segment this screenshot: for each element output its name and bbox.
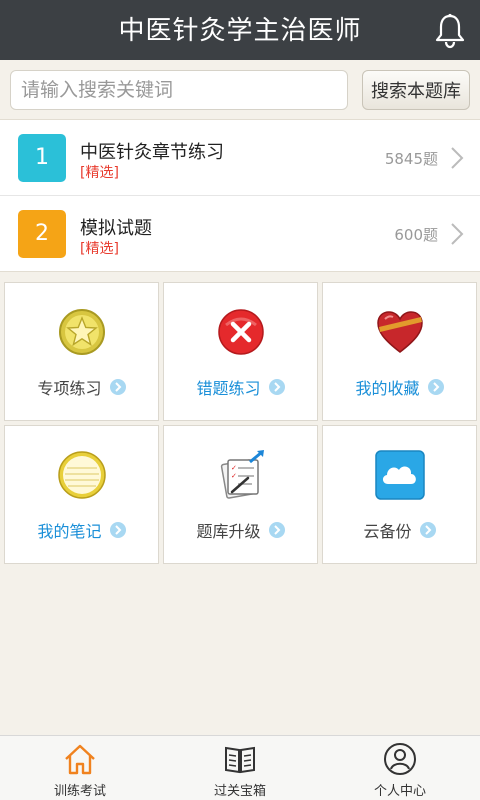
- chapter-question-count: 5845题: [384, 150, 438, 168]
- chapter-list: 1 中医针灸章节练习 [精选] 5845题 2 模拟试题 [精选] 600题: [0, 120, 480, 272]
- chapter-item-2[interactable]: 2 模拟试题 [精选] 600题: [0, 196, 480, 272]
- chapter-number-badge: 1: [18, 134, 66, 182]
- arrow-circle-icon: [427, 379, 444, 395]
- chapter-tag: [精选]: [80, 165, 119, 181]
- arrow-circle-icon: [268, 522, 285, 538]
- star-medal-icon: [58, 309, 105, 355]
- feature-grid: 专项练习 错题练习 我的收藏 我的笔记 ✓ ✓ 题库升级 云备份: [4, 282, 478, 566]
- tab-label: 训练考试: [53, 784, 106, 799]
- feature-my-favorites[interactable]: 我的收藏: [322, 282, 477, 421]
- feature-label: 我的收藏: [323, 375, 476, 399]
- tab-training-exam[interactable]: 训练考试: [0, 736, 160, 800]
- search-button[interactable]: 搜索本题库: [362, 70, 470, 110]
- upgrade-checklist-icon: ✓ ✓: [220, 450, 264, 499]
- cloud-icon: [374, 450, 425, 500]
- feature-label: 专项练习: [5, 375, 158, 399]
- search-input[interactable]: [10, 70, 348, 110]
- feature-cloud-backup[interactable]: 云备份: [322, 425, 477, 564]
- title-bar: 中医针灸学主治医师: [0, 0, 480, 60]
- chapter-name: 中医针灸章节练习: [80, 142, 224, 163]
- wrong-x-icon: [217, 309, 264, 355]
- chapter-number-badge: 2: [18, 210, 66, 258]
- tab-treasure-box[interactable]: 过关宝箱: [160, 736, 320, 800]
- heart-favorite-icon: [376, 311, 423, 353]
- feature-bank-upgrade[interactable]: ✓ ✓ 题库升级: [163, 425, 318, 564]
- tab-label: 过关宝箱: [213, 784, 266, 799]
- svg-text:✓: ✓: [231, 464, 237, 472]
- chapter-name: 模拟试题: [80, 218, 152, 239]
- tab-personal-center[interactable]: 个人中心: [320, 736, 480, 800]
- svg-text:✓: ✓: [231, 472, 237, 480]
- user-icon: [384, 743, 416, 775]
- book-icon: [225, 746, 255, 774]
- feature-wrong-questions[interactable]: 错题练习: [163, 282, 318, 421]
- chevron-right-icon: [451, 223, 464, 245]
- arrow-circle-icon: [419, 522, 436, 538]
- arrow-circle-icon: [268, 379, 285, 395]
- search-bar: 搜索本题库: [0, 60, 480, 120]
- feature-my-notes[interactable]: 我的笔记: [4, 425, 159, 564]
- chapter-item-1[interactable]: 1 中医针灸章节练习 [精选] 5845题: [0, 120, 480, 196]
- feature-special-practice[interactable]: 专项练习: [4, 282, 159, 421]
- chapter-question-count: 600题: [394, 226, 438, 244]
- bottom-tab-bar: 训练考试 过关宝箱 个人中心: [0, 735, 480, 800]
- notebook-icon: [57, 451, 106, 499]
- tab-label: 个人中心: [373, 784, 426, 799]
- feature-label: 我的笔记: [5, 518, 158, 542]
- page-title: 中医针灸学主治医师: [118, 16, 362, 46]
- feature-label: 错题练习: [164, 375, 317, 399]
- chapter-tag: [精选]: [80, 241, 119, 257]
- arrow-circle-icon: [109, 379, 126, 395]
- feature-label: 云备份: [323, 518, 476, 542]
- home-icon: [65, 744, 95, 775]
- arrow-circle-icon: [109, 522, 126, 538]
- feature-label: 题库升级: [164, 518, 317, 542]
- chevron-right-icon: [451, 147, 464, 169]
- bell-icon[interactable]: [434, 13, 466, 49]
